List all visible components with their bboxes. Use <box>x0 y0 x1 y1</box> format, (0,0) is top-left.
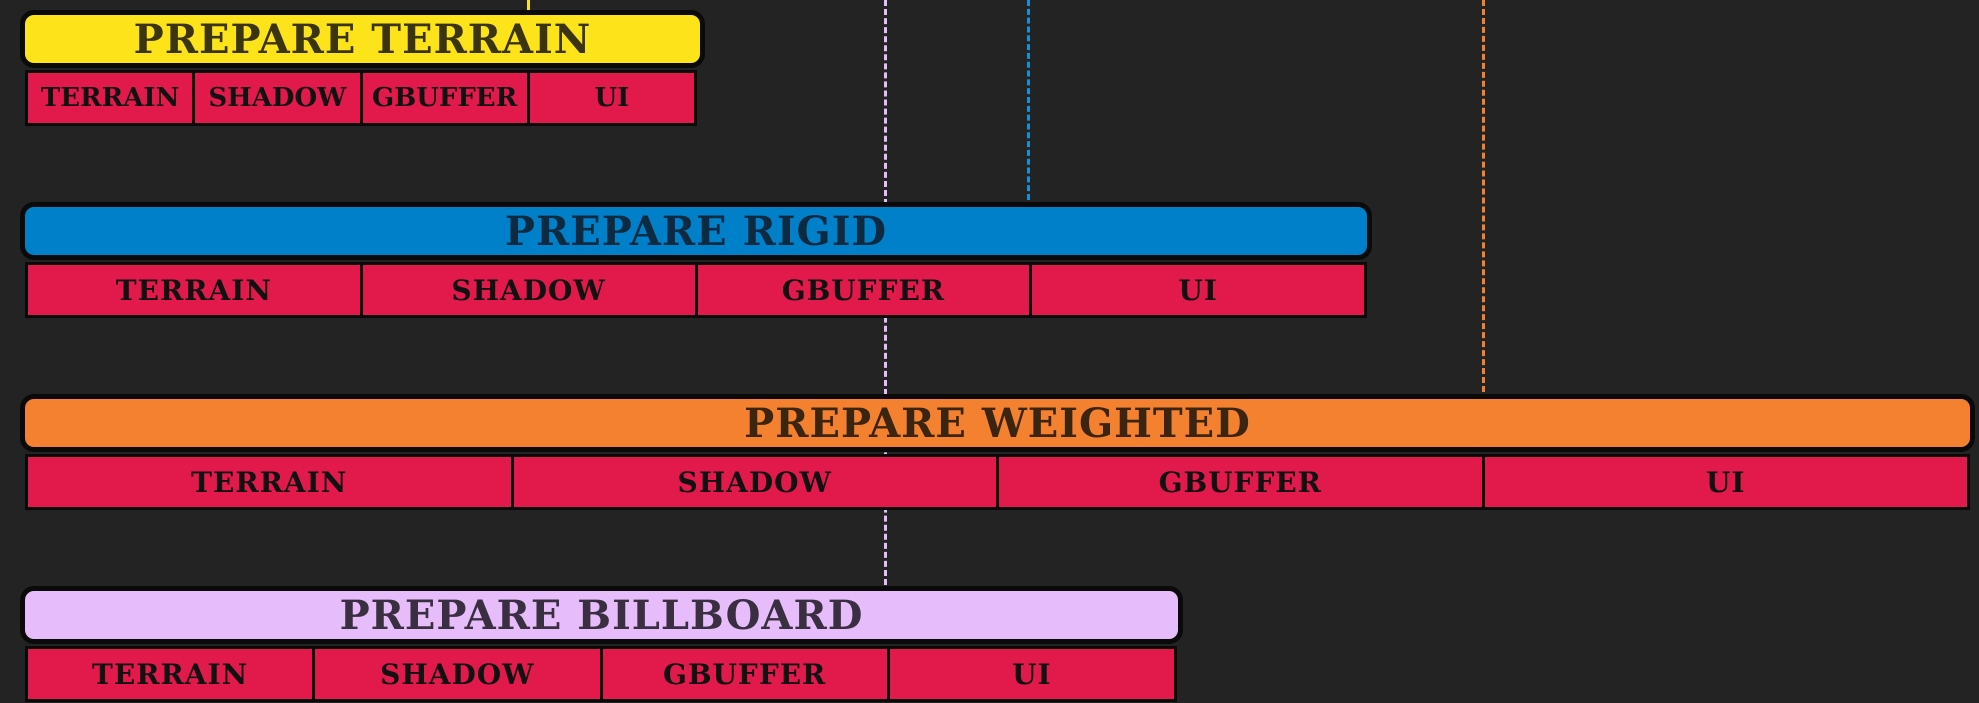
cell-terrain: TERRAIN <box>28 265 363 315</box>
cell-shadow: SHADOW <box>195 73 363 123</box>
cell-gbuffer: GBUFFER <box>602 649 890 699</box>
cell-terrain: TERRAIN <box>28 457 514 507</box>
cell-gbuffer: GBUFFER <box>697 265 1033 315</box>
cell-shadow: SHADOW <box>362 265 698 315</box>
prepare-weighted-cells: TERRAIN SHADOW GBUFFER UI <box>25 454 1970 510</box>
cell-shadow: SHADOW <box>315 649 603 699</box>
dependency-line-orange <box>1482 0 1485 392</box>
prepare-rigid-header: PREPARE RIGID <box>20 202 1372 260</box>
prepare-weighted-header: PREPARE WEIGHTED <box>20 394 1975 452</box>
prepare-billboard-cells: TERRAIN SHADOW GBUFFER UI <box>25 646 1177 702</box>
cell-ui: UI <box>529 73 694 123</box>
prepare-rigid-cells: TERRAIN SHADOW GBUFFER UI <box>25 262 1367 318</box>
prepare-terrain-cells: TERRAIN SHADOW GBUFFER UI <box>25 70 697 126</box>
dependency-line-blue <box>1027 0 1030 200</box>
cell-ui: UI <box>1032 265 1364 315</box>
dependency-line-yellow <box>527 0 530 10</box>
cell-terrain: TERRAIN <box>28 649 316 699</box>
diagram-canvas: PREPARE TERRAIN TERRAIN SHADOW GBUFFER U… <box>0 0 1979 703</box>
cell-shadow: SHADOW <box>513 457 999 507</box>
cell-ui: UI <box>889 649 1174 699</box>
cell-gbuffer: GBUFFER <box>999 457 1485 507</box>
cell-gbuffer: GBUFFER <box>362 73 530 123</box>
prepare-terrain-header: PREPARE TERRAIN <box>20 10 705 68</box>
prepare-billboard-header: PREPARE BILLBOARD <box>20 586 1183 644</box>
cell-terrain: TERRAIN <box>28 73 196 123</box>
cell-ui: UI <box>1484 457 1967 507</box>
